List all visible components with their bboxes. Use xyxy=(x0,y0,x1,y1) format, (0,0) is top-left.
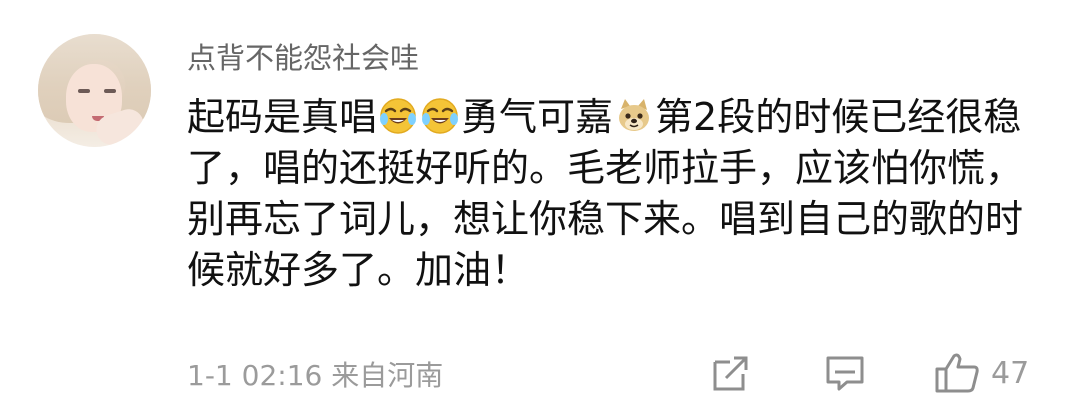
reply-icon xyxy=(826,356,864,391)
comment-meta: 1-1 02:16 来自河南 xyxy=(187,357,443,395)
comment-date: 1-1 02:16 xyxy=(187,359,323,392)
like-button[interactable]: 47 xyxy=(933,351,1045,395)
share-icon xyxy=(713,356,748,391)
avatar-left-eye xyxy=(78,89,90,93)
avatar[interactable] xyxy=(38,34,151,147)
doge-emoji xyxy=(619,99,650,131)
comment-location: 来自河南 xyxy=(331,359,444,392)
comment-text-part-2: 勇气可嘉 xyxy=(461,95,614,139)
username[interactable]: 点背不能怨社会哇 xyxy=(187,38,419,78)
reply-button[interactable] xyxy=(822,351,868,395)
comment-text-part-1: 起码是真唱 xyxy=(187,95,378,139)
share-button[interactable] xyxy=(708,351,754,395)
crying-laughing-emoji xyxy=(422,98,459,134)
thumbs-up-icon xyxy=(935,353,979,393)
like-count: 47 xyxy=(991,355,1030,391)
avatar-right-eye xyxy=(104,89,116,93)
crying-laughing-emoji xyxy=(380,98,417,134)
comment-text: 起码是真唱 勇气可嘉 第2段的时候已经很稳了，唱的还挺好听的。毛老师拉手，应该怕… xyxy=(187,92,1047,296)
